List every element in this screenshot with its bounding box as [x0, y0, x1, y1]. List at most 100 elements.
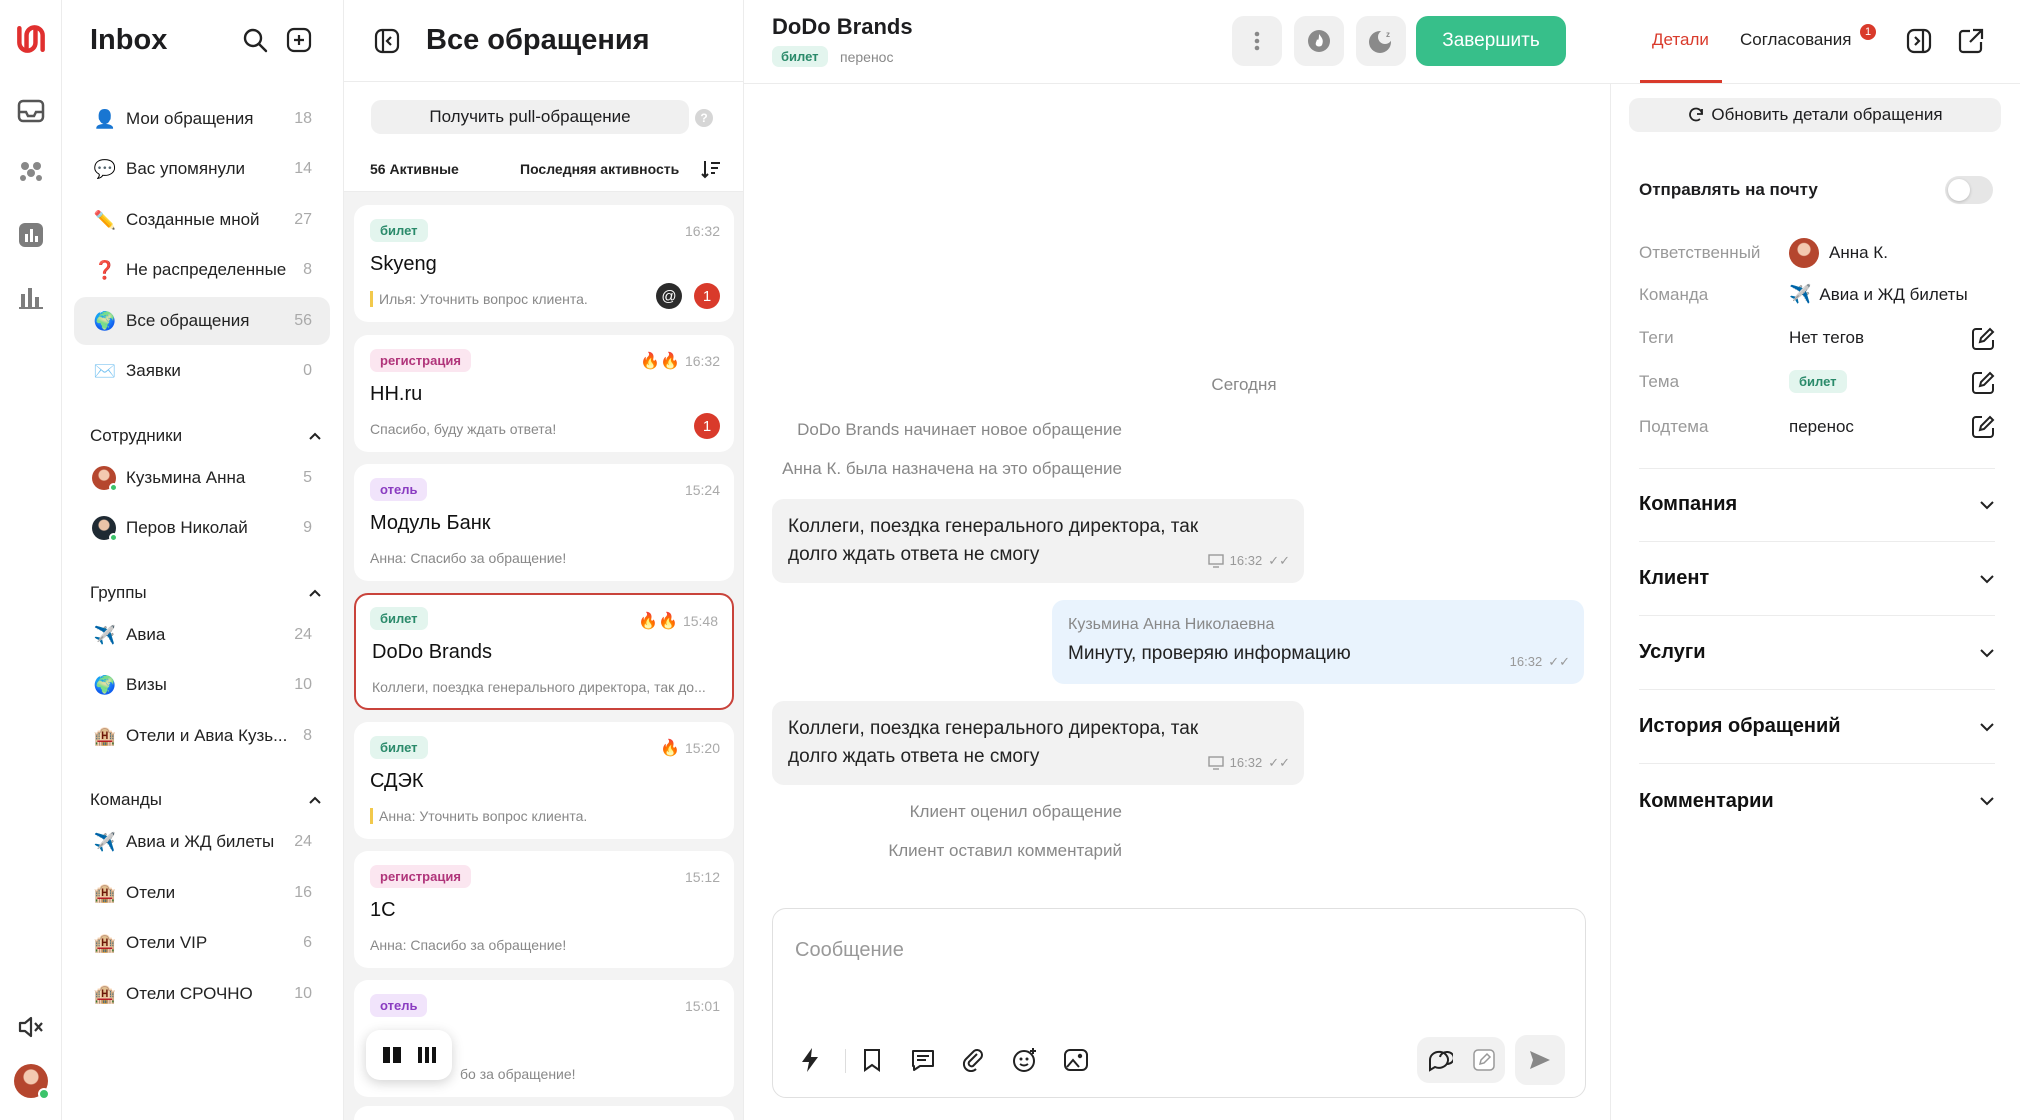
nav-item-created[interactable]: ✏️ Созданные мной 27	[74, 196, 330, 244]
more-vertical-icon	[1254, 31, 1260, 51]
layout-switcher[interactable]	[366, 1030, 452, 1080]
envelope-icon: ✉️	[93, 360, 117, 381]
more-menu-button[interactable]	[1232, 16, 1282, 66]
message-composer[interactable]: Сообщение	[772, 908, 1586, 1098]
details-panel: Детали Согласования 1 Обновить детали об…	[1594, 0, 2020, 1120]
section-services[interactable]: Услуги	[1639, 616, 1995, 690]
groups-section-header[interactable]: Группы	[90, 583, 322, 603]
collapse-sidebar-icon[interactable]	[374, 28, 400, 54]
edit-tags-icon[interactable]	[1970, 326, 1996, 352]
group-item[interactable]: 🌍 Визы 10	[74, 661, 330, 709]
nav-item-mentions[interactable]: 💬 Вас упомянули 14	[74, 145, 330, 193]
nav-item-all[interactable]: 🌍 Все обращения 56	[74, 297, 330, 345]
staff-item[interactable]: Перов Николай 9	[74, 504, 330, 552]
email-toggle[interactable]	[1945, 176, 1993, 204]
note-mode-icon[interactable]	[1472, 1048, 1496, 1072]
section-comments[interactable]: Комментарии	[1639, 764, 1995, 838]
sort-select[interactable]: Последняя активность	[520, 161, 679, 177]
teams-section-header[interactable]: Команды	[90, 790, 322, 810]
airplane-icon: ✈️	[1789, 284, 1812, 304]
lightning-icon[interactable]	[793, 1043, 827, 1077]
tab-approvals[interactable]: Согласования	[1740, 30, 1851, 50]
bookmark-icon[interactable]	[855, 1043, 889, 1077]
external-link-icon[interactable]	[1958, 28, 1984, 54]
fire-icon: 🔥🔥	[638, 613, 678, 630]
team-row: Команда ✈️ Авиа и ЖД билеты	[1639, 284, 1968, 304]
stats-icon[interactable]	[14, 280, 48, 314]
tags-row: Теги Нет тегов	[1639, 328, 1865, 347]
group-item[interactable]: 🏨 Отели и Авиа Кузь... 8	[74, 712, 330, 760]
search-icon[interactable]	[242, 27, 268, 53]
conversation-card-selected[interactable]: билет 🔥🔥 15:48 DoDo Brands Коллеги, поез…	[354, 593, 734, 710]
globe-icon: 🌍	[93, 310, 117, 331]
app-rail	[0, 0, 62, 1120]
section-history[interactable]: История обращений	[1639, 690, 1995, 764]
team-item[interactable]: ✈️ Авиа и ЖД билеты 24	[74, 818, 330, 866]
volume-mute-icon[interactable]	[14, 1010, 48, 1044]
emoji-icon[interactable]	[1008, 1043, 1042, 1077]
reports-icon[interactable]	[14, 218, 48, 252]
collapse-panel-icon[interactable]	[1906, 28, 1932, 54]
group-item[interactable]: ✈️ Авиа 24	[74, 611, 330, 659]
conversation-card[interactable]: отель 15:24 Модуль Банк Анна: Спасибо за…	[354, 464, 734, 581]
conversation-card[interactable]	[354, 1106, 734, 1120]
fire-icon	[1308, 30, 1330, 52]
priority-button[interactable]	[1294, 16, 1344, 66]
tab-details[interactable]: Детали	[1652, 30, 1709, 50]
list-toolbar: Получить pull-обращение ? 56 Активные По…	[344, 82, 743, 192]
nav-item-my[interactable]: 👤 Мои обращения 18	[74, 95, 330, 143]
mode-switch[interactable]	[1417, 1037, 1505, 1083]
conversation-card[interactable]: регистрация 🔥🔥 16:32 HH.ru Спасибо, буду…	[354, 335, 734, 452]
section-client[interactable]: Клиент	[1639, 542, 1995, 616]
unread-badge: 1	[694, 413, 720, 439]
tag-badge: регистрация	[370, 349, 471, 372]
conversation-card[interactable]: регистрация 15:12 1С Анна: Спасибо за об…	[354, 851, 734, 968]
details-header: Детали Согласования 1	[1594, 0, 2020, 84]
send-button[interactable]	[1515, 1035, 1565, 1085]
help-icon[interactable]: ?	[695, 109, 713, 127]
fire-icon: 🔥🔥	[640, 353, 680, 370]
layout-two-columns-icon[interactable]	[381, 1045, 403, 1065]
inbox-nav: Inbox 👤 Мои обращения 18 💬 Вас упомянули 14 …	[62, 0, 344, 1120]
finish-button[interactable]: Завершить	[1416, 16, 1566, 66]
edit-topic-icon[interactable]	[1970, 370, 1996, 396]
team-item[interactable]: 🏨 Отели СРОЧНО 10	[74, 970, 330, 1018]
sort-order-icon[interactable]	[700, 158, 722, 180]
template-icon[interactable]	[906, 1043, 940, 1077]
staff-item[interactable]: Кузьмина Анна 5	[74, 454, 330, 502]
chevron-up-icon	[309, 589, 321, 597]
refresh-details-button[interactable]: Обновить детали обращения	[1629, 98, 2001, 132]
message-input[interactable]: Сообщение	[795, 939, 904, 962]
team-icon[interactable]	[14, 154, 48, 188]
image-icon[interactable]	[1059, 1043, 1093, 1077]
chevron-down-icon	[1980, 574, 1994, 583]
inbox-icon[interactable]	[14, 94, 48, 128]
desktop-icon	[1207, 756, 1224, 770]
tag-badge: билет	[1789, 370, 1847, 393]
staff-section-header[interactable]: Сотрудники	[90, 426, 322, 446]
attachment-icon[interactable]	[957, 1043, 991, 1077]
logo-icon[interactable]	[14, 22, 48, 56]
conversation-card[interactable]: билет 🔥 15:20 СДЭК Анна: Уточнить вопрос…	[354, 722, 734, 839]
section-company[interactable]: Компания	[1639, 468, 1995, 542]
client-message: Коллеги, поездка генерального директора,…	[772, 499, 1304, 583]
layout-three-columns-icon[interactable]	[416, 1045, 438, 1065]
team-item[interactable]: 🏨 Отели VIP 6	[74, 919, 330, 967]
nav-item-requests[interactable]: ✉️ Заявки 0	[74, 347, 330, 395]
snooze-button[interactable]: z	[1356, 16, 1406, 66]
chat-mode-icon[interactable]	[1427, 1048, 1453, 1072]
avatar	[1789, 238, 1819, 268]
nav-item-unassigned[interactable]: ❓ Не распределенные 8	[74, 246, 330, 294]
new-conversation-icon[interactable]	[286, 27, 312, 53]
question-icon: ❓	[93, 259, 117, 280]
send-icon	[1530, 1051, 1550, 1069]
conversation-card[interactable]: билет 16:32 Skyeng Илья: Уточнить вопрос…	[354, 205, 734, 322]
conversation-list: Все обращения Получить pull-обращение ? …	[344, 0, 744, 1120]
approvals-badge: 1	[1860, 24, 1876, 40]
edit-subtopic-icon[interactable]	[1970, 414, 1996, 440]
user-avatar[interactable]	[14, 1064, 50, 1100]
pencil-icon: ✏️	[93, 209, 117, 230]
team-item[interactable]: 🏨 Отели 16	[74, 869, 330, 917]
hotel-icon: 🏨	[93, 983, 117, 1004]
pull-conversation-button[interactable]: Получить pull-обращение	[371, 100, 689, 134]
